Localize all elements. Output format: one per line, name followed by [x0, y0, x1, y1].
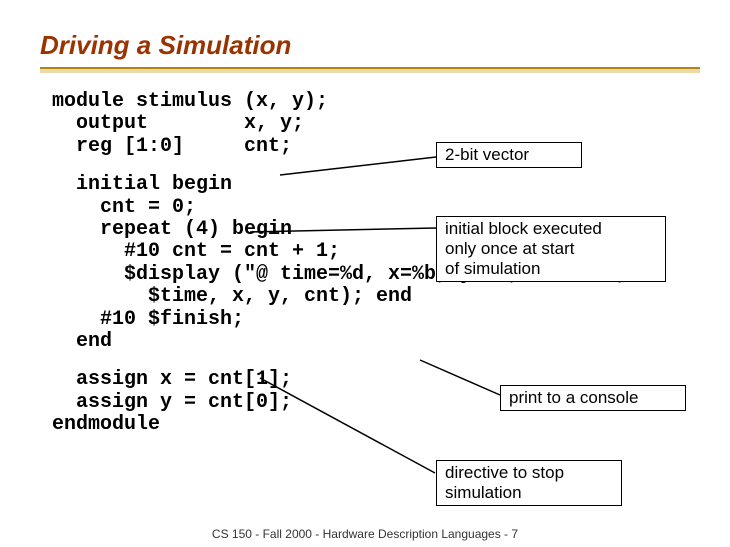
slide: Driving a Simulation module stimulus (x,…	[0, 0, 730, 547]
code-block-1: module stimulus (x, y); output x, y; reg…	[52, 91, 700, 158]
annotation-2bit-vector: 2-bit vector	[436, 142, 582, 168]
slide-footer: CS 150 - Fall 2000 - Hardware Descriptio…	[0, 527, 730, 541]
annotation-initial-block: initial block executed only once at star…	[436, 216, 666, 282]
annotation-print-console: print to a console	[500, 385, 686, 411]
slide-title: Driving a Simulation	[40, 30, 700, 61]
title-rule	[40, 63, 700, 77]
annotation-finish-directive: directive to stop simulation	[436, 460, 622, 506]
